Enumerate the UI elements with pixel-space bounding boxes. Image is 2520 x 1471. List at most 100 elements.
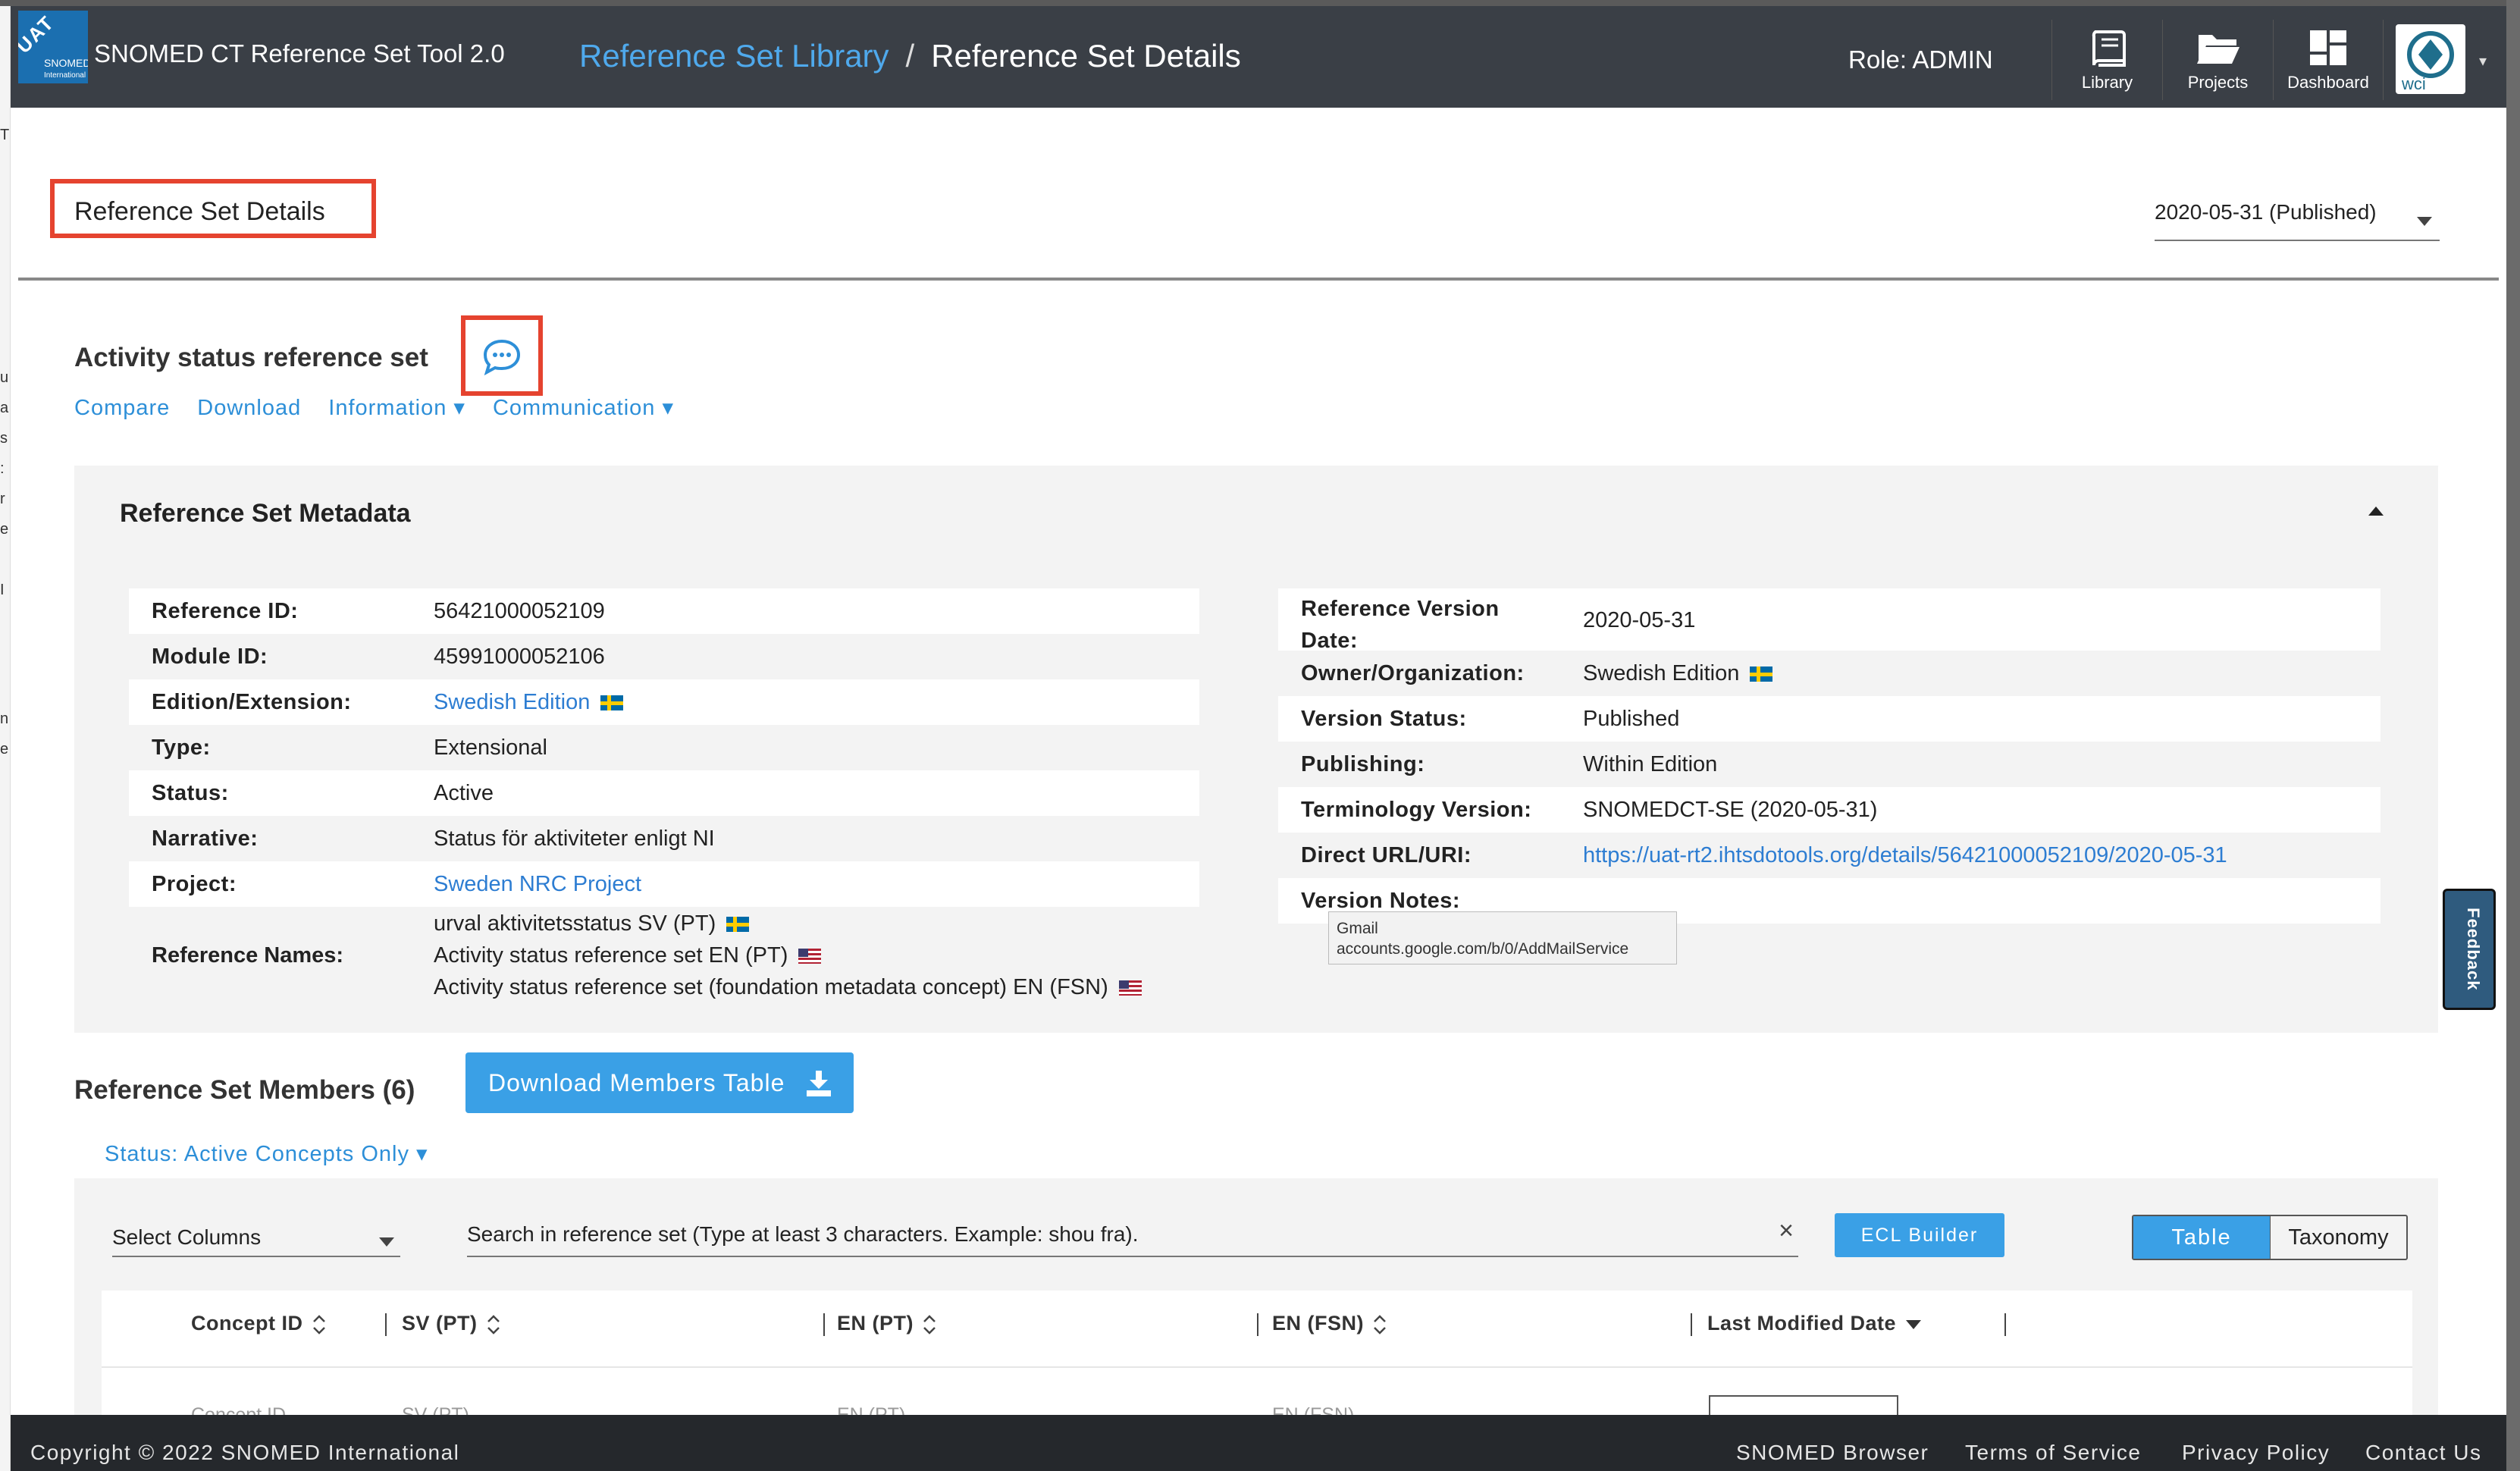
sweden-flag-icon [726, 917, 750, 933]
metadata-heading: Reference Set Metadata [120, 499, 411, 528]
column-divider [385, 1313, 387, 1336]
direct-url-link[interactable]: https://uat-rt2.ihtsdotools.org/details/… [1583, 843, 2227, 868]
background-window-edge-right [2506, 0, 2520, 1471]
dashboard-icon [2310, 30, 2346, 65]
chat-bubble-icon [483, 339, 521, 376]
role-label: Role: ADMIN [1848, 45, 1993, 74]
browser-window: UAT SNOMED International SNOMED CT Refere… [11, 6, 2506, 1471]
column-header-last-modified[interactable]: Last Modified Date [1707, 1312, 1922, 1335]
status-filter[interactable]: Status: Active Concepts Only ▾ [105, 1140, 428, 1167]
meta-row: Version Status: Published [1278, 696, 2381, 742]
column-divider [1691, 1313, 1692, 1336]
search-input[interactable]: Search in reference set (Type at least 3… [467, 1213, 1798, 1257]
breadcrumb-library-link[interactable]: Reference Set Library [579, 38, 889, 74]
close-icon[interactable]: × [1779, 1216, 1794, 1246]
chevron-down-icon [2417, 217, 2432, 226]
page-title: Reference Set Details [50, 179, 376, 238]
reference-names: Reference Names: urval aktivitetsstatus … [129, 905, 1199, 1004]
column-divider [1257, 1313, 1258, 1336]
ecl-builder-button[interactable]: ECL Builder [1835, 1213, 2004, 1257]
version-select[interactable]: 2020-05-31 (Published) [2155, 200, 2440, 241]
footer: Copyright © 2022 SNOMED International SN… [11, 1415, 2506, 1471]
comment-button[interactable] [461, 315, 543, 396]
column-header-sv-pt[interactable]: SV (PT) [402, 1312, 500, 1335]
tooltip: Gmail accounts.google.com/b/0/AddMailServ… [1328, 911, 1677, 964]
download-link[interactable]: Download [197, 396, 301, 420]
footer-privacy-link[interactable]: Privacy Policy [2182, 1441, 2330, 1465]
sort-icon [1374, 1315, 1386, 1335]
column-header-en-pt[interactable]: EN (PT) [837, 1312, 936, 1335]
refset-actions: Compare Download Information ▾ Communicatio… [74, 394, 701, 421]
footer-snomed-browser-link[interactable]: SNOMED Browser [1736, 1441, 1929, 1465]
meta-row: Type: Extensional [152, 736, 547, 760]
meta-row: Direct URL/URI: https://uat-rt2.ihtsdotoo… [1301, 843, 2227, 868]
compare-link[interactable]: Compare [74, 396, 170, 420]
download-members-button[interactable]: Download Members Table [465, 1052, 854, 1113]
sweden-flag-icon [600, 695, 624, 711]
nav-projects[interactable]: Projects [2162, 20, 2273, 100]
breadcrumb-separator: / [905, 38, 915, 74]
us-flag-icon [798, 949, 822, 964]
name-sv-pt: urval aktivitetsstatus SV (PT) [434, 911, 750, 936]
feedback-tab[interactable]: Feedback [2443, 889, 2496, 1010]
breadcrumb-current: Reference Set Details [931, 38, 1241, 74]
table-view-button[interactable]: Table [2133, 1216, 2270, 1259]
sort-icon [923, 1315, 936, 1335]
book-icon [2092, 30, 2126, 67]
name-en-pt: Activity status reference set EN (PT) [434, 943, 822, 968]
meta-row: Reference Version Date: 2020-05-31 [1278, 588, 2381, 653]
metadata-right-table: Reference Version Date: 2020-05-31 Owner/O… [1278, 588, 2381, 924]
folder-open-icon [2196, 35, 2239, 64]
project-link[interactable]: Sweden NRC Project [434, 872, 641, 897]
edition-link[interactable]: Swedish Edition [434, 690, 590, 714]
sort-desc-icon [1906, 1319, 1922, 1329]
communication-menu[interactable]: Communication ▾ [493, 396, 674, 420]
app-name: SNOMED CT Reference Set Tool 2.0 [94, 39, 505, 67]
sweden-flag-icon [1750, 666, 1773, 682]
divider [18, 278, 2499, 281]
sort-icon [487, 1315, 500, 1335]
reference-names-label: Reference Names: [152, 943, 344, 968]
uat-logo[interactable]: UAT SNOMED International [18, 11, 88, 83]
nav-library[interactable]: Library [2051, 20, 2162, 100]
uat-badge: UAT [18, 11, 59, 58]
us-flag-icon [1118, 980, 1142, 996]
footer-contact-link[interactable]: Contact Us [2365, 1441, 2482, 1465]
refset-name: Activity status reference set [74, 343, 428, 372]
meta-row: Module ID: 45991000052106 [152, 645, 605, 669]
select-columns-dropdown[interactable]: Select Columns [112, 1218, 400, 1257]
column-divider [823, 1313, 825, 1336]
background-window-edge: Tuas:reIne [0, 6, 11, 1471]
information-menu[interactable]: Information ▾ [328, 396, 465, 420]
logo-text: SNOMED International [44, 57, 88, 80]
meta-row: Publishing: Within Edition [1301, 752, 1718, 776]
nav-dashboard[interactable]: Dashboard [2273, 20, 2384, 100]
collapse-icon[interactable] [2368, 507, 2384, 516]
taxonomy-view-button[interactable]: Taxonomy [2270, 1216, 2406, 1259]
copyright: Copyright © 2022 SNOMED International [30, 1441, 460, 1464]
column-header-concept-id[interactable]: Concept ID [191, 1312, 326, 1335]
meta-row: Edition/Extension: Swedish Edition [129, 679, 1199, 725]
name-en-fsn: Activity status reference set (foundatio… [434, 975, 1142, 1000]
metadata-panel: Reference Set Metadata Reference ID: 5642… [74, 466, 2438, 1033]
meta-row: Status: Active [129, 770, 1199, 816]
footer-terms-link[interactable]: Terms of Service [1965, 1441, 2142, 1465]
meta-row: Terminology Version: SNOMEDCT-SE (2020-05… [1278, 787, 2381, 833]
chevron-down-icon[interactable]: ▾ [2479, 52, 2487, 71]
column-header-en-fsn[interactable]: EN (FSN) [1272, 1312, 1387, 1335]
metadata-left-table: Reference ID: 56421000052109 Module ID: 45… [129, 588, 1199, 907]
breadcrumb: Reference Set Library / Reference Set Deta… [579, 38, 1241, 74]
download-icon [807, 1071, 831, 1096]
grid-divider [102, 1366, 2412, 1368]
app-header: UAT SNOMED International SNOMED CT Refere… [11, 6, 2506, 108]
sort-icon [312, 1315, 325, 1335]
user-avatar[interactable]: wci [2396, 24, 2465, 94]
meta-row: Narrative: Status för aktiviteter enligt … [152, 826, 715, 851]
chevron-down-icon [379, 1237, 394, 1247]
column-divider [2004, 1313, 2006, 1336]
members-title: Reference Set Members (6) [74, 1075, 415, 1105]
meta-row: Owner/Organization: Swedish Edition [1278, 651, 2381, 696]
meta-row: Reference ID: 56421000052109 [129, 588, 1199, 634]
view-toggle: Table Taxonomy [2132, 1215, 2408, 1260]
meta-row: Project: Sweden NRC Project [129, 861, 1199, 907]
